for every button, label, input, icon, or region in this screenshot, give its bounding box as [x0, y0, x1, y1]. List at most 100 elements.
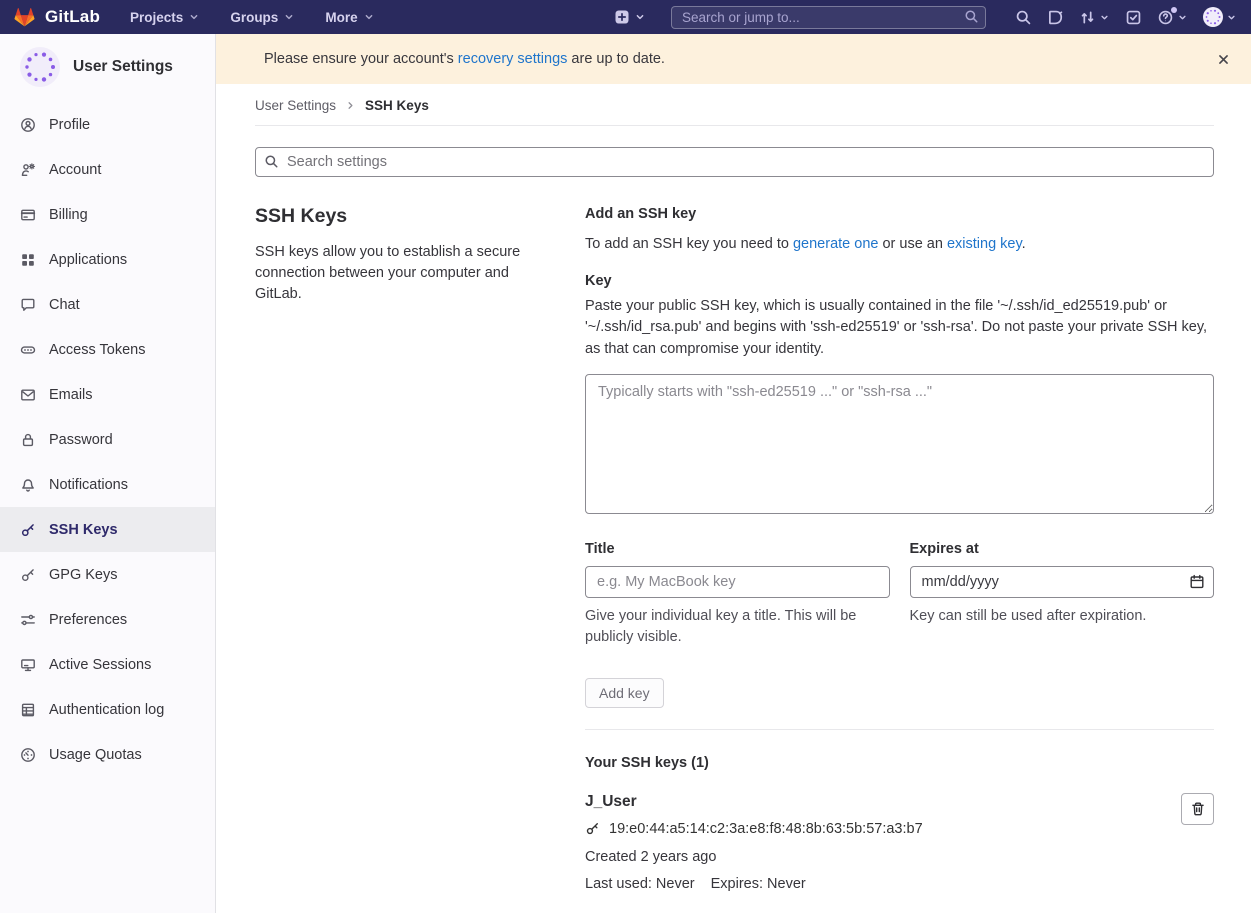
title-field-help: Give your individual key a title. This w…: [585, 606, 890, 648]
breadcrumb: User Settings SSH Keys: [255, 84, 1214, 126]
nav-todos-button[interactable]: [1125, 9, 1142, 26]
title-field-label: Title: [585, 541, 890, 557]
sidebar-item-label: GPG Keys: [49, 567, 118, 583]
todos-icon: [1125, 9, 1142, 26]
key-icon: [20, 522, 36, 538]
expires-field-label: Expires at: [910, 541, 1215, 557]
sidebar-item-account[interactable]: Account: [0, 147, 215, 192]
chevron-down-icon: [363, 11, 375, 23]
search-icon: [964, 9, 979, 29]
sidebar-item-profile[interactable]: Profile: [0, 102, 215, 147]
key-field-label: Key: [585, 273, 1214, 289]
user-gear-icon: [20, 162, 36, 178]
sidebar-item-label: Account: [49, 162, 101, 178]
main-area: Please ensure your account's recovery se…: [216, 34, 1251, 913]
grid-icon: [20, 252, 36, 268]
sidebar-item-label: Billing: [49, 207, 88, 223]
content-container: User Settings SSH Keys SSH Keys SSH keys…: [216, 84, 1251, 892]
key-last-used: Last used: Never: [585, 876, 695, 892]
token-icon: [20, 342, 36, 358]
sidebar-header: User Settings: [0, 34, 215, 102]
sidebar-item-access-tokens[interactable]: Access Tokens: [0, 327, 215, 372]
chevron-right-icon: [345, 100, 356, 111]
key-expires: Expires: Never: [711, 876, 806, 892]
breadcrumb-user-settings[interactable]: User Settings: [255, 98, 336, 113]
sidebar-item-billing[interactable]: Billing: [0, 192, 215, 237]
quota-gauge-icon: [20, 747, 36, 763]
key-field-description: Paste your public SSH key, which is usua…: [585, 296, 1214, 360]
sidebar-item-label: SSH Keys: [49, 522, 118, 538]
chevron-down-icon: [188, 11, 200, 23]
sidebar-item-emails[interactable]: Emails: [0, 372, 215, 417]
expires-at-input[interactable]: [910, 566, 1215, 598]
nav-menu-more[interactable]: More: [325, 10, 374, 25]
gitlab-tanuki-icon: [12, 5, 37, 29]
nav-merge-requests-button[interactable]: [1079, 9, 1110, 26]
settings-search-input[interactable]: [255, 147, 1214, 177]
nav-menu-projects[interactable]: Projects: [130, 10, 200, 25]
logo-wordmark: GitLab: [45, 7, 100, 27]
sidebar-item-label: Preferences: [49, 612, 127, 628]
nav-help-button[interactable]: [1157, 9, 1188, 26]
ssh-key-title-link[interactable]: J_User: [585, 793, 637, 811]
avatar-identicon: [1203, 7, 1223, 27]
existing-key-link[interactable]: existing key: [947, 236, 1022, 252]
chevron-down-icon: [1099, 12, 1110, 23]
add-ssh-key-intro: To add an SSH key you need to generate o…: [585, 236, 1214, 252]
sidebar-item-ssh-keys[interactable]: SSH Keys: [0, 507, 215, 552]
fingerprint-row: 19:e0:44:a5:14:c2:3a:e8:f8:48:8b:63:5b:5…: [585, 821, 923, 837]
nav-search-button[interactable]: [1015, 9, 1032, 26]
trash-icon: [1190, 801, 1206, 817]
chevron-down-icon: [283, 11, 295, 23]
sidebar-item-label: Emails: [49, 387, 93, 403]
lock-icon: [20, 432, 36, 448]
bell-icon: [20, 477, 36, 493]
sidebar-item-label: Password: [49, 432, 113, 448]
key-created-text: Created 2 years ago: [585, 849, 923, 865]
section-info-column: SSH Keys SSH keys allow you to establish…: [255, 193, 555, 892]
new-menu-button[interactable]: [614, 9, 646, 25]
ssh-key-textarea[interactable]: [585, 374, 1214, 514]
sidebar-item-gpg-keys[interactable]: GPG Keys: [0, 552, 215, 597]
sidebar-item-label: Notifications: [49, 477, 128, 493]
sidebar-item-usage-quotas[interactable]: Usage Quotas: [0, 732, 215, 777]
settings-sidebar: User Settings Profile Account Billing Ap…: [0, 34, 216, 913]
mail-icon: [20, 387, 36, 403]
user-menu-button[interactable]: [1203, 7, 1237, 27]
sidebar-item-label: Usage Quotas: [49, 747, 142, 763]
sidebar-item-applications[interactable]: Applications: [0, 237, 215, 282]
sidebar-item-label: Chat: [49, 297, 80, 313]
top-navbar: GitLab Projects Groups More: [0, 0, 1251, 34]
sidebar-item-label: Active Sessions: [49, 657, 151, 673]
global-search-input[interactable]: [671, 6, 986, 29]
sliders-icon: [20, 612, 36, 628]
recovery-alert-banner: Please ensure your account's recovery se…: [216, 34, 1251, 84]
nav-menu-groups[interactable]: Groups: [230, 10, 295, 25]
nav-issues-button[interactable]: [1047, 9, 1064, 26]
sidebar-item-password[interactable]: Password: [0, 417, 215, 462]
user-icon: [20, 117, 36, 133]
log-table-icon: [20, 702, 36, 718]
sidebar-item-preferences[interactable]: Preferences: [0, 597, 215, 642]
your-ssh-keys-heading: Your SSH keys (1): [585, 755, 1214, 771]
credit-card-icon: [20, 207, 36, 223]
alert-close-button[interactable]: [1212, 48, 1235, 71]
sidebar-item-authentication-log[interactable]: Authentication log: [0, 687, 215, 732]
add-key-button[interactable]: Add key: [585, 678, 664, 708]
sidebar-item-active-sessions[interactable]: Active Sessions: [0, 642, 215, 687]
sidebar-item-chat[interactable]: Chat: [0, 282, 215, 327]
ssh-key-form-column: Add an SSH key To add an SSH key you nee…: [585, 193, 1214, 892]
delete-key-button[interactable]: [1181, 793, 1214, 825]
generate-one-link[interactable]: generate one: [793, 236, 878, 252]
sidebar-item-notifications[interactable]: Notifications: [0, 462, 215, 507]
search-icon: [264, 154, 279, 174]
chevron-down-icon: [1177, 12, 1188, 23]
key-icon: [585, 821, 600, 836]
section-divider: [585, 729, 1214, 730]
gitlab-logo[interactable]: GitLab: [12, 5, 100, 29]
recovery-settings-link[interactable]: recovery settings: [458, 51, 568, 67]
search-icon: [1015, 9, 1032, 26]
key-title-input[interactable]: [585, 566, 890, 598]
plus-square-icon: [614, 9, 630, 25]
add-ssh-key-heading: Add an SSH key: [585, 206, 1214, 222]
